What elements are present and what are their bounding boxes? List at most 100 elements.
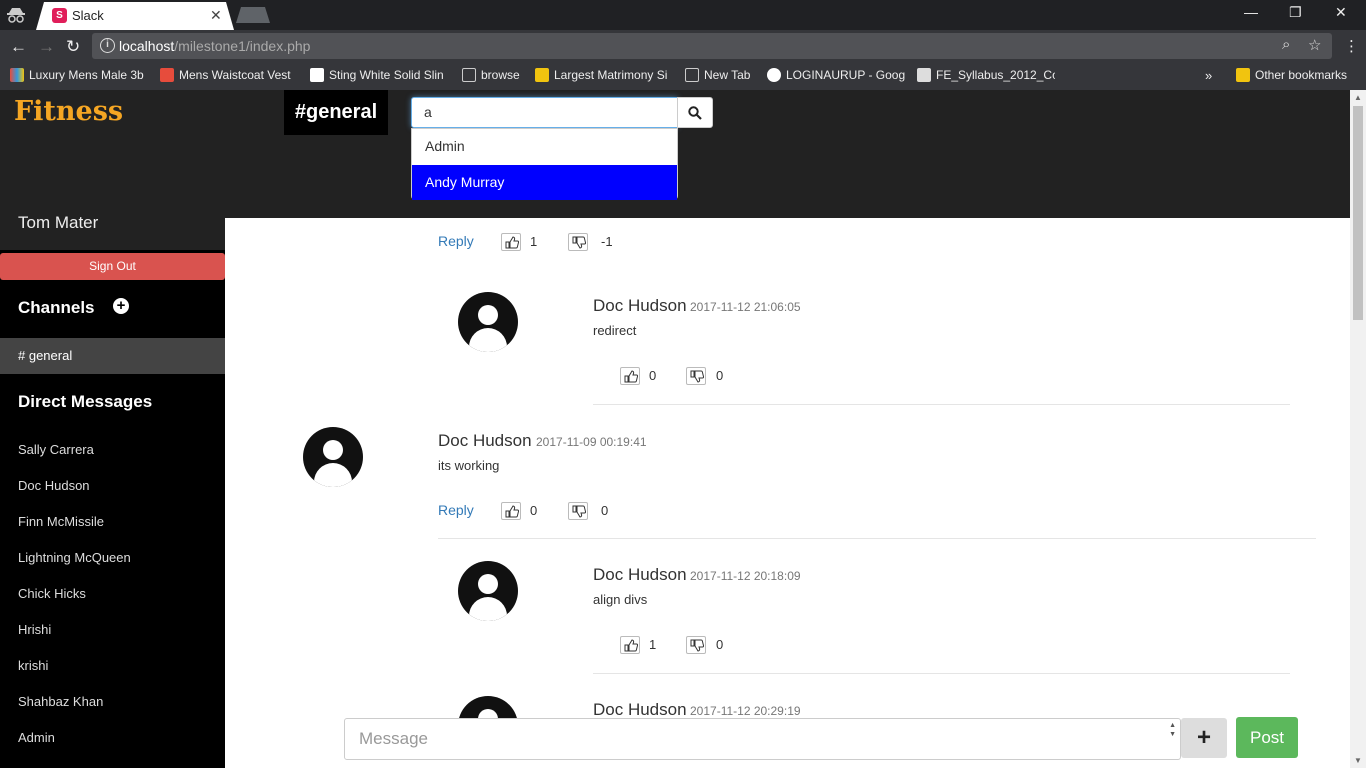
attach-button[interactable]: + [1181,718,1227,758]
minimize-icon[interactable]: — [1244,4,1258,20]
message-input[interactable]: Message ▲ ▼ [344,718,1181,760]
sign-out-button[interactable]: Sign Out [0,253,225,280]
amazon-icon [310,68,324,82]
dm-item[interactable]: Sally Carrera [18,442,94,457]
downvote-count: 0 [601,503,609,518]
page-scrollbar[interactable]: ▲ ▼ [1350,90,1366,768]
folder-icon [1236,68,1250,82]
user-name: Tom Mater [18,213,99,232]
more-bookmarks-button[interactable]: » [1205,68,1212,83]
post-button[interactable]: Post [1236,717,1298,758]
site-info-icon[interactable]: i [100,38,115,53]
upvote-count: 1 [649,637,657,652]
upvote-count: 1 [530,234,538,249]
direct-messages-heading: Direct Messages [18,392,153,411]
url-field[interactable]: i localhost/milestone1/index.php ⌕ ☆ [92,33,1332,59]
bookmark-item[interactable]: Sting White Solid Slin [310,68,448,82]
scrollbar-thumb[interactable] [1353,106,1363,320]
message-text: align divs [593,592,648,607]
divider [438,538,1316,539]
slack-favicon-icon: S [52,8,67,23]
bookmark-item[interactable]: Largest Matrimony Si [535,68,673,82]
bookmark-item[interactable]: LOGINAURUP - Goog [767,68,905,82]
message-timestamp: 2017-11-12 21:06:05 [690,300,801,314]
bookmark-item[interactable]: New Tab [685,68,757,82]
message-text: its working [438,458,500,473]
scroll-down-arrow-icon[interactable]: ▼ [1354,756,1362,765]
suggestion-item-active[interactable]: Andy Murray [412,165,677,200]
thumbs-down-icon [690,639,704,652]
message-placeholder: Message [359,729,428,748]
zoom-icon[interactable]: ⌕ [1282,36,1290,53]
brand-logo[interactable]: Fitness [14,96,123,127]
thumbs-down-icon [690,370,704,383]
thumbs-up-button[interactable] [501,502,521,520]
window-close-icon[interactable]: ✕ [1335,4,1347,21]
reply-link[interactable]: Reply [438,502,474,518]
dm-item[interactable]: Hrishi [18,622,51,637]
bookmark-star-icon[interactable]: ☆ [1308,36,1321,54]
user-block: Tom Mater [0,213,225,250]
other-bookmarks[interactable]: Other bookmarks [1236,68,1347,82]
thumbs-up-icon [505,236,519,249]
downvote-count: 0 [716,637,724,652]
avatar [458,561,518,621]
sidebar-item-general[interactable]: # general [0,338,225,374]
thumbs-up-icon [624,370,638,383]
divider [593,404,1290,405]
message-timestamp: 2017-11-09 00:19:41 [536,435,647,449]
app-root: Reply 1 -1 Doc Hudson 2017-11-12 21:06:0… [0,90,1350,768]
matrimony-icon [535,68,549,82]
bookmark-item[interactable]: browse [462,68,526,82]
message-author: Doc Hudson [593,296,687,315]
browser-tabstrip: S Slack ✕ — ❐ ✕ [0,0,1366,30]
forward-arrow-icon[interactable]: → [38,37,55,57]
incognito-icon [7,8,25,23]
upvote-count: 0 [530,503,538,518]
sidebar: Tom Mater Sign Out Channels + # general … [0,213,225,768]
dm-item[interactable]: krishi [18,658,48,673]
thumbs-down-button[interactable] [568,233,588,251]
restore-icon[interactable]: ❐ [1289,4,1302,21]
bookmark-item[interactable]: FE_Syllabus_2012_Co [917,68,1055,82]
message-text: redirect [593,323,637,338]
tab-title: Slack [72,8,104,23]
add-channel-icon[interactable]: + [113,298,129,314]
address-bar-row: ← → ↻ i localhost/milestone1/index.php ⌕… [0,30,1366,62]
thumbs-up-button[interactable] [620,636,640,654]
google-icon [767,68,781,82]
thumbs-up-button[interactable] [620,367,640,385]
dm-item[interactable]: Finn McMissile [18,514,104,529]
reload-icon[interactable]: ↻ [66,37,80,57]
suggestion-item[interactable]: Admin [412,129,677,164]
reply-link[interactable]: Reply [438,233,474,249]
thumbs-down-icon [572,505,586,518]
bookmarks-bar: Luxury Mens Male 3b Mens Waistcoat Vest … [0,62,1366,90]
resize-spinner-icon[interactable]: ▲ ▼ [1169,721,1176,739]
tab-close-icon[interactable]: ✕ [210,7,222,24]
search-button[interactable] [677,97,713,128]
bookmark-item[interactable]: Mens Waistcoat Vest [160,68,296,82]
app-header: Fitness #general a Admin Andy Murray [0,90,1350,218]
url-text: localhost/milestone1/index.php [119,38,311,54]
thumbs-down-button[interactable] [686,636,706,654]
dm-item[interactable]: Shahbaz Khan [18,694,103,709]
thumbs-down-button[interactable] [686,367,706,385]
divider [593,673,1290,674]
dm-item[interactable]: Doc Hudson [18,478,90,493]
thumbs-down-button[interactable] [568,502,588,520]
dm-item[interactable]: Admin [18,730,55,745]
thumbs-up-button[interactable] [501,233,521,251]
bookmark-item[interactable]: Luxury Mens Male 3b [10,68,148,82]
search-icon [688,106,702,120]
menu-kebab-icon[interactable]: ⋮ [1344,37,1359,55]
dm-item[interactable]: Chick Hicks [18,586,86,601]
thumbs-down-icon [572,236,586,249]
page-icon [685,68,699,82]
browser-tab-active[interactable]: S Slack ✕ [36,2,234,30]
dm-item[interactable]: Lightning McQueen [18,550,131,565]
back-arrow-icon[interactable]: ← [10,37,27,57]
new-tab-button[interactable] [236,7,270,23]
search-input[interactable]: a [411,97,678,128]
scroll-up-arrow-icon[interactable]: ▲ [1354,93,1362,102]
